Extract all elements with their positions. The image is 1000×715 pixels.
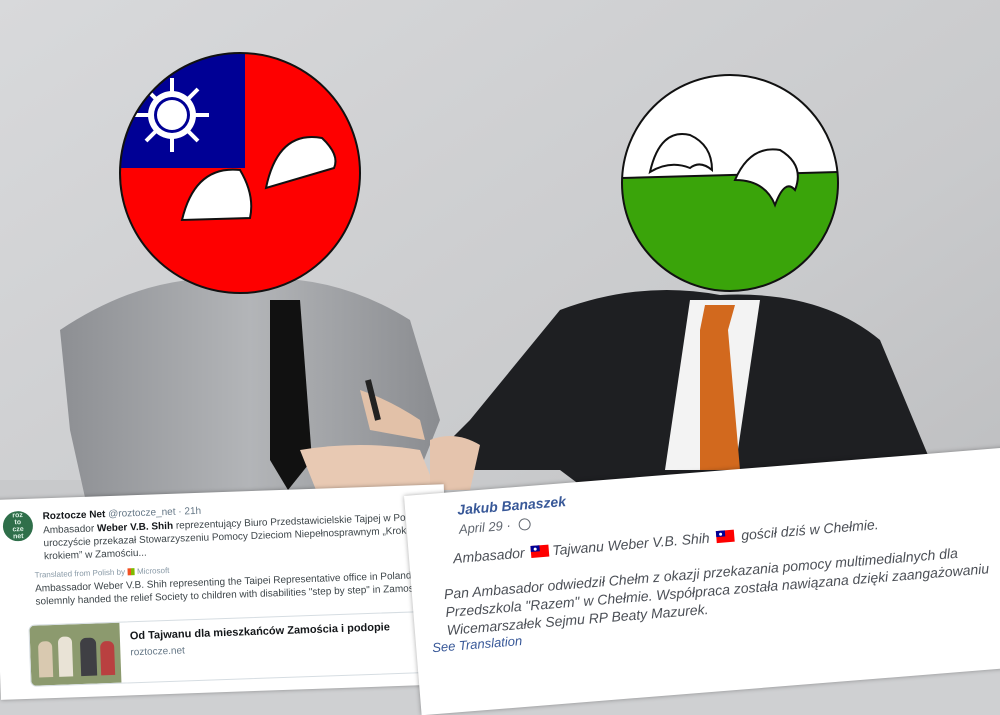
see-translation-link[interactable]: See Translation	[432, 633, 523, 655]
taiwan-flag-icon	[530, 544, 550, 558]
link-preview-url: roztocze.net	[130, 645, 186, 659]
tweet-body-text: Ambasador	[42, 523, 98, 537]
post-date-separator: ·	[502, 517, 515, 534]
microsoft-logo-icon	[127, 568, 136, 576]
post-text: Tajwanu Weber V.B. Shih	[551, 529, 715, 559]
avatar-text: net	[12, 532, 24, 541]
translator-name: Microsoft	[136, 565, 170, 577]
tweet-body-bold: Weber V.B. Shih	[96, 520, 174, 535]
avatar[interactable]: roz to cze net	[2, 510, 34, 542]
post-author-name[interactable]: Jakub Banaszek	[457, 493, 567, 518]
link-preview-card[interactable]: Od Tajwanu dla mieszkańców Zamościa i po…	[28, 610, 443, 687]
tweet-time[interactable]: 21h	[184, 506, 201, 518]
tweet-separator: ·	[178, 506, 182, 518]
tweet-author-handle[interactable]: @roztocze_net	[108, 507, 176, 520]
link-preview-title: Od Tajwanu dla mieszkańców Zamościa i po…	[129, 621, 391, 643]
globe-icon	[517, 517, 531, 531]
post-date-text[interactable]: April 29	[458, 518, 503, 536]
translated-label: Translated from Polish by	[34, 567, 126, 580]
tweet-card: roz to cze net Roztocze Net @roztocze_ne…	[0, 484, 451, 700]
post-date: April 29 ·	[458, 516, 531, 537]
taiwan-flag-icon	[715, 529, 735, 544]
link-preview-thumbnail	[29, 622, 122, 686]
tweet-author-name[interactable]: Roztocze Net	[42, 509, 105, 522]
post-text: Ambasador	[452, 544, 530, 567]
post-text: gościł dziś w Chełmie.	[736, 516, 880, 544]
